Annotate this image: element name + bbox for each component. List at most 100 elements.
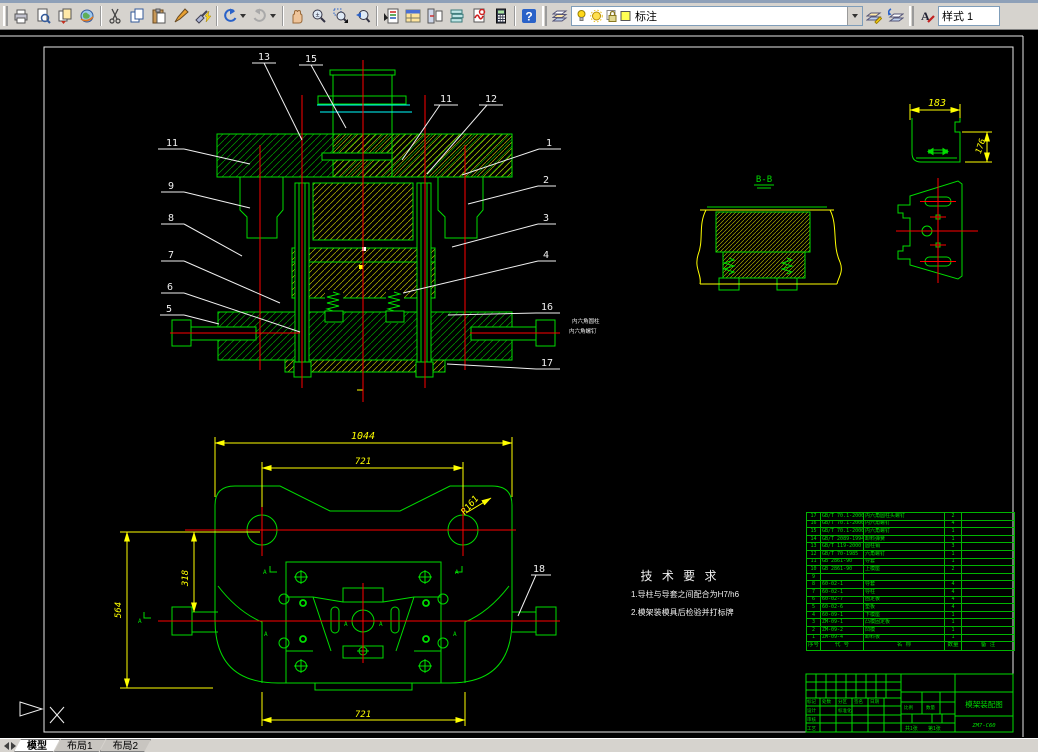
toolbar-grip[interactable] xyxy=(3,6,8,26)
dim-183: 183 xyxy=(928,98,946,109)
bom-row: 7 60-02-1 导柱 4 xyxy=(806,587,1015,597)
bom-row: 17 GB/T 70.1-2000 内六角圆柱头螺钉 2 xyxy=(806,512,1015,521)
tb-label-process: 工艺 xyxy=(807,726,816,731)
publish-icon[interactable] xyxy=(54,5,76,27)
sheet-set-manager-icon[interactable] xyxy=(446,5,468,27)
dim-318: 318 xyxy=(181,570,191,587)
callout-2: 2 xyxy=(543,175,549,186)
bulb-icon xyxy=(577,10,586,21)
dim-721-bottom: 721 xyxy=(355,710,371,720)
tab-model[interactable]: 模型 xyxy=(14,739,60,752)
bom-row: 9 xyxy=(806,572,1015,582)
callout-11a: 11 xyxy=(166,138,178,149)
tool-palettes-icon[interactable] xyxy=(424,5,446,27)
text-style-icon[interactable]: A xyxy=(916,5,938,27)
svg-text:A: A xyxy=(379,621,383,628)
match-properties-icon[interactable] xyxy=(192,5,214,27)
svg-text:±: ± xyxy=(316,12,320,19)
tb-label-date: 日期 xyxy=(870,699,879,705)
tech-requirements: 技 术 要 求 1.导柱与导套之间配合为H7/h6 2.模架装模具后检验并打标牌 xyxy=(631,569,740,617)
toolbar-grip[interactable] xyxy=(909,6,914,26)
help-icon[interactable]: ? xyxy=(518,5,540,27)
tb-label-qty: 数量 xyxy=(926,704,935,711)
zoom-previous-icon[interactable] xyxy=(352,5,374,27)
tb-label-check: 审核 xyxy=(807,716,816,723)
callout-17: 17 xyxy=(541,358,553,369)
callout-7: 7 xyxy=(168,250,174,261)
quickcalc-icon[interactable] xyxy=(490,5,512,27)
paste-icon[interactable] xyxy=(148,5,170,27)
undo-button[interactable] xyxy=(220,5,250,27)
bom-row: 11 GB 2861-90 导套 1 xyxy=(806,557,1015,567)
toolbar-separator xyxy=(514,6,516,26)
undo-dropdown-arrow[interactable] xyxy=(240,14,246,18)
properties-icon[interactable] xyxy=(380,5,402,27)
tb-label-standard: 标准化 xyxy=(838,707,852,714)
svg-text:?: ? xyxy=(525,10,532,24)
tb-label-zone: 分区 xyxy=(838,698,847,705)
side-profile-centerlines xyxy=(896,178,978,283)
tab-layout2-label: 布局2 xyxy=(112,741,139,752)
bom-row: 8 60-02-1 导套 4 xyxy=(806,580,1015,589)
bom-row: 1 ZM-09-4 卸料板 1 xyxy=(806,633,1015,643)
layer-previous-icon[interactable] xyxy=(885,5,907,27)
redo-button[interactable] xyxy=(250,5,280,27)
redo-dropdown-arrow[interactable] xyxy=(270,14,276,18)
tb-label-mark: 标记 xyxy=(807,698,816,705)
tab-layout1[interactable]: 布局1 xyxy=(54,739,106,752)
main-toolbar: ± ? 标注 A 样式 1 xyxy=(0,3,1038,30)
callout-11b: 11 xyxy=(440,94,452,105)
zoom-realtime-icon[interactable]: ± xyxy=(308,5,330,27)
drawing-canvas-area[interactable]: B-B 183 176 A A A A A A A 1044 721 721 R… xyxy=(0,30,1038,738)
layout-tabbar: 模型 布局1 布局2 xyxy=(0,738,1038,752)
tb-sheet-no: 第1张 xyxy=(928,725,941,732)
dim-176: 176 xyxy=(974,138,988,156)
tab-layout2[interactable]: 布局2 xyxy=(100,739,152,752)
side-profile-view xyxy=(897,180,963,280)
color-swatch xyxy=(620,11,631,21)
bom-row: 16 GB/T 70.1-2000 内六角螺钉 4 xyxy=(806,519,1015,529)
callout-3: 3 xyxy=(543,213,549,224)
layer-combo[interactable]: 标注 xyxy=(571,6,863,26)
tb-label-sign: 签名 xyxy=(854,698,863,705)
plan-dimensions: 1044 721 721 R161 318 564 xyxy=(114,431,513,726)
callout-13: 13 xyxy=(258,52,270,63)
layer-state-icons xyxy=(572,9,632,23)
designcenter-icon[interactable] xyxy=(402,5,424,27)
bom-row: 5 60-02-6 垫板 4 xyxy=(806,603,1015,612)
plot-icon[interactable] xyxy=(10,5,32,27)
pan-icon[interactable] xyxy=(286,5,308,27)
tab-scroll-left-icon[interactable] xyxy=(4,742,9,750)
tb-label-count: 处数 xyxy=(822,698,831,705)
tab-scroll-right-icon[interactable] xyxy=(11,742,16,750)
cut-icon[interactable] xyxy=(104,5,126,27)
tb-label-design: 设计 xyxy=(807,707,816,714)
bom-body: 17 GB/T 70.1-2000 内六角圆柱头螺钉 2 16 GB/T 70.1-200… xyxy=(806,512,1015,652)
toolbar-separator xyxy=(100,6,102,26)
lock-icon xyxy=(606,10,617,22)
hyperlink-globe-icon[interactable] xyxy=(76,5,98,27)
style-combo[interactable]: 样式 1 xyxy=(938,6,1000,26)
zoom-window-icon[interactable] xyxy=(330,5,352,27)
print-preview-icon[interactable] xyxy=(32,5,54,27)
svg-text:A: A xyxy=(138,618,142,625)
svg-text:A: A xyxy=(264,631,268,638)
tb-drawing-code: ZM7-C60 xyxy=(971,723,996,729)
crosshair-cursor xyxy=(49,706,65,724)
callout-16: 16 xyxy=(541,302,553,313)
toolbar-grip[interactable] xyxy=(542,6,547,26)
tab-layout1-label: 布局1 xyxy=(67,741,93,752)
tb-drawing-name: 模架装配图 xyxy=(965,699,1003,709)
make-object-layer-current-icon[interactable] xyxy=(863,5,885,27)
break-lines xyxy=(317,104,412,113)
plan-view: AA AA AA A xyxy=(138,485,557,691)
toolbar-separator xyxy=(376,6,378,26)
bom-row: 13 GB/T 119-2000 圆柱销 3 xyxy=(806,542,1015,551)
toolbar-separator xyxy=(216,6,218,26)
copy-icon[interactable] xyxy=(126,5,148,27)
tech-req-line2: 2.模架装模具后检验并打标牌 xyxy=(631,607,734,617)
layer-properties-manager-icon[interactable] xyxy=(549,5,571,27)
markup-set-manager-icon[interactable] xyxy=(468,5,490,27)
format-painter-icon[interactable] xyxy=(170,5,192,27)
layer-combo-dropdown[interactable] xyxy=(847,7,862,25)
